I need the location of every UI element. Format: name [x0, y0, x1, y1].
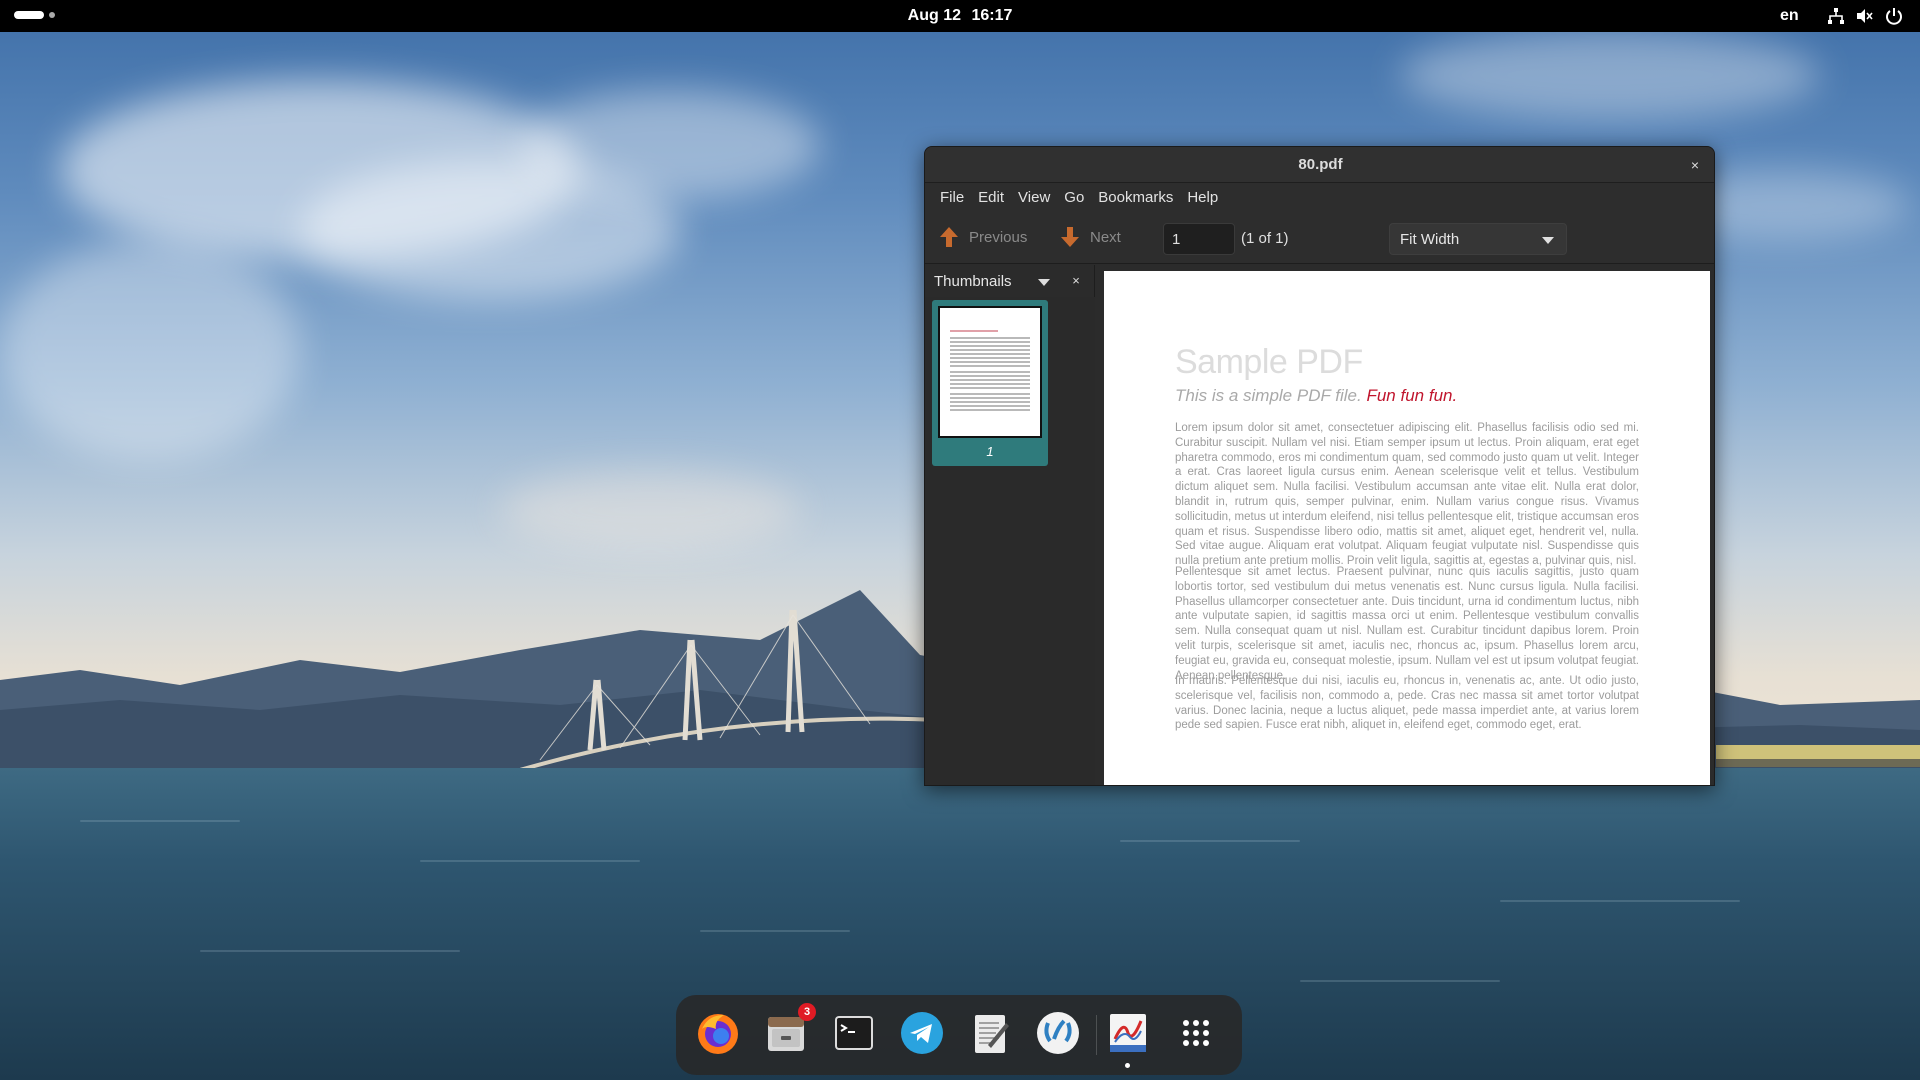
terminal-icon	[835, 1016, 873, 1050]
sidebar-mode-label[interactable]: Thumbnails	[934, 273, 1012, 290]
previous-page-label: Previous	[969, 228, 1028, 246]
firefox-icon	[698, 1014, 738, 1054]
dock: 3	[676, 995, 1242, 1075]
text-editor-icon	[975, 1015, 1009, 1053]
dock-item-document-viewer[interactable]	[1104, 1009, 1152, 1068]
document-viewer-window: 80.pdf × File Edit View Go Bookmarks Hel…	[924, 146, 1715, 786]
vscodium-icon	[1037, 1012, 1079, 1054]
page-number-input[interactable]	[1163, 223, 1235, 255]
running-indicator	[1125, 1063, 1130, 1068]
sidebar-close-button[interactable]: ×	[1066, 271, 1086, 291]
menu-file[interactable]: File	[933, 183, 971, 212]
document-view[interactable]: Sample PDF This is a simple PDF file. Fu…	[1096, 265, 1714, 785]
app-grid-icon	[1183, 1020, 1209, 1046]
arrow-down-icon	[1061, 227, 1079, 247]
thumbnail-list: 1	[925, 297, 1095, 785]
pdf-viewer-icon	[1110, 1014, 1146, 1052]
zoom-select-value: Fit Width	[1400, 231, 1460, 248]
top-bar: Aug 12 16:17 en	[0, 0, 1920, 32]
dock-item-terminal[interactable]	[830, 1009, 878, 1057]
previous-page-button[interactable]: Previous	[939, 225, 1027, 249]
clock-time: 16:17	[971, 7, 1013, 24]
window-close-button[interactable]: ×	[1684, 154, 1706, 176]
dock-item-files[interactable]: 3	[762, 1003, 816, 1057]
page-thumbnail[interactable]: 1	[932, 300, 1048, 466]
document-paragraph: Lorem ipsum dolor sit amet, consectetuer…	[1175, 422, 1639, 568]
dock-item-firefox[interactable]	[694, 1009, 742, 1057]
toolbar: Previous Next (1 of 1) Fit Width	[925, 212, 1714, 264]
volume-muted-icon	[1855, 6, 1875, 26]
dock-item-app-grid[interactable]	[1172, 1009, 1220, 1057]
sidebar: Thumbnails × 1	[925, 265, 1095, 785]
sidebar-header: Thumbnails ×	[925, 265, 1095, 297]
telegram-icon	[901, 1012, 943, 1054]
document-subtitle: This is a simple PDF file. Fun fun fun.	[1175, 386, 1457, 406]
dock-separator	[1096, 1015, 1097, 1055]
menu-view[interactable]: View	[1011, 183, 1057, 212]
menu-go[interactable]: Go	[1057, 183, 1091, 212]
document-subtitle-text: This is a simple PDF file.	[1175, 386, 1362, 405]
chevron-down-icon[interactable]	[1038, 279, 1050, 286]
document-title: Sample PDF	[1175, 343, 1363, 381]
keyboard-layout-indicator[interactable]: en	[1780, 7, 1799, 25]
window-title: 80.pdf	[1298, 156, 1343, 173]
clock-date: Aug 12	[907, 7, 961, 24]
page-count-label: (1 of 1)	[1241, 230, 1289, 247]
menu-bar: File Edit View Go Bookmarks Help	[925, 183, 1714, 212]
notification-badge: 3	[798, 1003, 816, 1021]
thumbnail-image	[938, 306, 1042, 438]
next-page-button[interactable]: Next	[1060, 225, 1121, 249]
document-subtitle-highlight: Fun fun fun.	[1366, 386, 1458, 405]
dock-item-telegram[interactable]	[898, 1009, 946, 1057]
menu-bookmarks[interactable]: Bookmarks	[1091, 183, 1180, 212]
window-titlebar[interactable]: 80.pdf ×	[925, 147, 1714, 183]
next-page-label: Next	[1090, 228, 1121, 246]
thumbnail-page-number: 1	[986, 444, 994, 459]
dock-item-text-editor[interactable]	[966, 1009, 1014, 1057]
document-paragraph: In mauris. Pellentesque dui nisi, iaculi…	[1175, 675, 1639, 732]
system-tray[interactable]	[1826, 6, 1904, 26]
menu-help[interactable]: Help	[1180, 183, 1225, 212]
pdf-page: Sample PDF This is a simple PDF file. Fu…	[1104, 271, 1710, 785]
clock[interactable]: Aug 12 16:17	[0, 7, 1920, 25]
menu-edit[interactable]: Edit	[971, 183, 1011, 212]
dock-item-vscodium[interactable]	[1034, 1009, 1082, 1057]
network-icon	[1826, 6, 1846, 26]
document-paragraph: Pellentesque sit amet lectus. Praesent p…	[1175, 566, 1639, 682]
zoom-select[interactable]: Fit Width	[1389, 223, 1567, 255]
arrow-up-icon	[940, 227, 958, 247]
power-icon	[1884, 6, 1904, 26]
chevron-down-icon	[1542, 237, 1554, 244]
